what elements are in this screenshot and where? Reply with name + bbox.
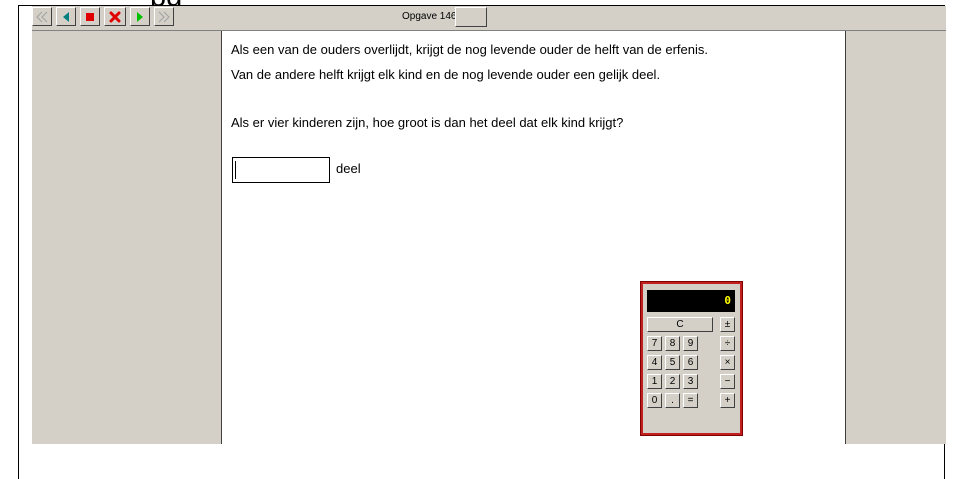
stop-button[interactable]: [80, 7, 100, 26]
previous-button[interactable]: [56, 7, 76, 26]
calc-plus-button[interactable]: +: [720, 393, 735, 408]
answer-unit-label: deel: [336, 161, 361, 176]
calc-plusminus-button[interactable]: ±: [720, 317, 735, 332]
question-line-2: Van de andere helft krijgt elk kind en d…: [231, 67, 661, 82]
last-icon: [158, 11, 170, 22]
question-panel: Als een van de ouders overlijdt, krijgt …: [221, 31, 846, 444]
next-icon: [137, 11, 143, 22]
calc-decimal-button[interactable]: .: [665, 393, 680, 408]
previous-icon: [63, 11, 69, 22]
calc-key-6[interactable]: 6: [683, 355, 698, 370]
next-button[interactable]: [130, 7, 150, 26]
calc-key-2[interactable]: 2: [665, 374, 680, 389]
calc-minus-button[interactable]: −: [720, 374, 735, 389]
right-margin-panel: [846, 31, 946, 444]
text-caret: [235, 161, 236, 179]
calc-divide-button[interactable]: ÷: [720, 336, 735, 351]
calc-key-0[interactable]: 0: [647, 393, 662, 408]
calc-multiply-button[interactable]: ×: [720, 355, 735, 370]
left-margin-panel: [32, 31, 221, 444]
question-line-3: Als er vier kinderen zijn, hoe groot is …: [231, 115, 624, 130]
toolbar: Opgave 1465: [32, 6, 946, 31]
calc-key-8[interactable]: 8: [665, 336, 680, 351]
calc-key-4[interactable]: 4: [647, 355, 662, 370]
calc-key-7[interactable]: 7: [647, 336, 662, 351]
stop-icon: [86, 12, 94, 21]
cancel-button[interactable]: [104, 7, 126, 26]
exercise-title: Opgave 1465: [402, 11, 463, 22]
calc-clear-button[interactable]: C: [647, 317, 713, 332]
calc-key-3[interactable]: 3: [683, 374, 698, 389]
calc-equals-button[interactable]: =: [683, 393, 698, 408]
calc-key-5[interactable]: 5: [665, 355, 680, 370]
cancel-icon: [109, 11, 121, 22]
first-icon: [36, 11, 48, 22]
last-button[interactable]: [154, 7, 174, 26]
calculator-display: 0: [647, 290, 735, 312]
calculator: 0 C ± 7 8 9 ÷ 4 5 6 × 1 2 3 − 0 . = +: [640, 281, 743, 436]
first-button[interactable]: [32, 7, 52, 26]
blank-toolbar-button[interactable]: [455, 7, 487, 27]
answer-input[interactable]: [232, 157, 330, 183]
question-line-1: Als een van de ouders overlijdt, krijgt …: [231, 42, 708, 57]
calc-key-9[interactable]: 9: [683, 336, 698, 351]
calc-key-1[interactable]: 1: [647, 374, 662, 389]
